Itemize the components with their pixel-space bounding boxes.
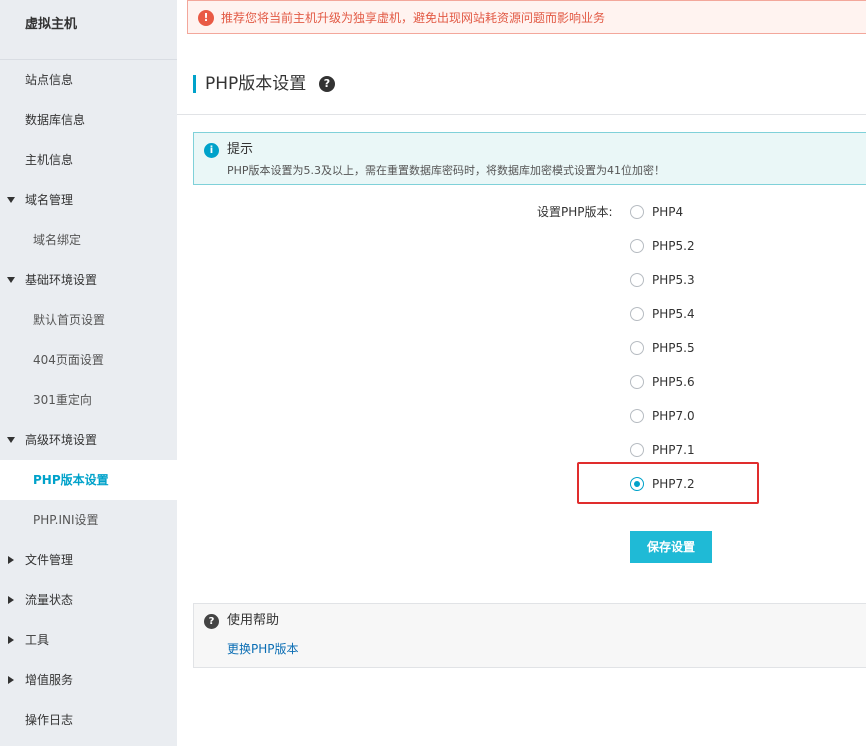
sidebar-item-traffic-status[interactable]: 流量状态: [0, 580, 177, 620]
tip-box: i 提示 PHP版本设置为5.3及以上，需在重置数据库密码时，将数据库加密模式设…: [193, 132, 866, 185]
sidebar-item-file-management[interactable]: 文件管理: [0, 540, 177, 580]
radio-button[interactable]: [630, 443, 644, 457]
sidebar-item-advanced-env[interactable]: 高级环境设置: [0, 420, 177, 460]
caret-right-icon: [8, 676, 14, 684]
page-title: PHP版本设置: [205, 74, 307, 94]
question-icon[interactable]: ?: [319, 76, 335, 92]
radio-button[interactable]: [630, 239, 644, 253]
caret-down-icon: [7, 437, 15, 443]
exclamation-icon: !: [198, 10, 214, 26]
save-settings-button[interactable]: 保存设置: [630, 531, 712, 563]
radio-button[interactable]: [630, 307, 644, 321]
caret-right-icon: [8, 596, 14, 604]
sidebar-item-404-page[interactable]: 404页面设置: [0, 340, 177, 380]
radio-label: PHP5.2: [652, 239, 695, 253]
sidebar-item-operation-log[interactable]: 操作日志: [0, 700, 177, 740]
divider: [177, 114, 866, 115]
sidebar-item-label: 工具: [25, 633, 50, 647]
upgrade-alert: ! 推荐您将当前主机升级为独享虚机，避免出现网站耗资源问题而影响业务: [187, 0, 866, 34]
sidebar-item-basic-env[interactable]: 基础环境设置: [0, 260, 177, 300]
question-icon: ?: [204, 614, 219, 629]
sidebar: 虚拟主机 站点信息 数据库信息 主机信息 域名管理 域名绑定 基础环境设置 默认…: [0, 0, 177, 746]
title-accent-bar: [193, 75, 196, 93]
sidebar-item-label: 域名管理: [25, 193, 74, 207]
tip-title: 提示: [227, 142, 254, 157]
sidebar-item-domain-binding[interactable]: 域名绑定: [0, 220, 177, 260]
sidebar-item-default-homepage[interactable]: 默认首页设置: [0, 300, 177, 340]
radio-button[interactable]: [630, 273, 644, 287]
sidebar-item-label: 高级环境设置: [25, 433, 98, 447]
radio-label: PHP7.0: [652, 409, 695, 423]
info-icon: i: [204, 143, 219, 158]
sidebar-item-label: 流量状态: [25, 593, 74, 607]
radio-label: PHP4: [652, 205, 684, 219]
radio-button[interactable]: [630, 409, 644, 423]
sidebar-item-php-version[interactable]: PHP版本设置: [0, 460, 177, 500]
selection-highlight-box: [577, 462, 759, 504]
alert-text: 推荐您将当前主机升级为独享虚机，避免出现网站耗资源问题而影响业务: [221, 11, 606, 25]
radio-button[interactable]: [630, 205, 644, 219]
sidebar-menu: 站点信息 数据库信息 主机信息 域名管理 域名绑定 基础环境设置 默认首页设置 …: [0, 60, 177, 740]
sidebar-item-php-ini[interactable]: PHP.INI设置: [0, 500, 177, 540]
tip-text: PHP版本设置为5.3及以上，需在重置数据库密码时，将数据库加密模式设置为41位…: [227, 164, 666, 177]
change-php-version-link[interactable]: 更换PHP版本: [227, 641, 299, 657]
caret-down-icon: [7, 277, 15, 283]
sidebar-item-label: 文件管理: [25, 553, 74, 567]
sidebar-item-label: 默认首页设置: [33, 313, 106, 327]
sidebar-item-label: 主机信息: [25, 153, 74, 167]
sidebar-item-label: 域名绑定: [33, 233, 82, 247]
sidebar-item-label: 增值服务: [25, 673, 74, 687]
sidebar-title: 虚拟主机: [0, 0, 177, 60]
radio-button[interactable]: [630, 341, 644, 355]
sidebar-item-label: 基础环境设置: [25, 273, 98, 287]
sidebar-item-label: PHP.INI设置: [33, 513, 99, 527]
radio-button[interactable]: [630, 375, 644, 389]
sidebar-item-tools[interactable]: 工具: [0, 620, 177, 660]
caret-right-icon: [8, 556, 14, 564]
sidebar-item-label: PHP版本设置: [33, 473, 109, 487]
sidebar-item-label: 404页面设置: [33, 353, 104, 367]
sidebar-item-label: 数据库信息: [25, 113, 86, 127]
help-box: ? 使用帮助 更换PHP版本: [193, 603, 866, 668]
radio-label: PHP5.4: [652, 307, 695, 321]
sidebar-item-domain-management[interactable]: 域名管理: [0, 180, 177, 220]
radio-label: PHP7.1: [652, 443, 695, 457]
radio-label: PHP5.5: [652, 341, 695, 355]
sidebar-item-label: 站点信息: [25, 73, 74, 87]
caret-right-icon: [8, 636, 14, 644]
radio-label: PHP5.6: [652, 375, 695, 389]
sidebar-item-database-info[interactable]: 数据库信息: [0, 100, 177, 140]
php-version-label: 设置PHP版本:: [537, 205, 613, 219]
sidebar-item-host-info[interactable]: 主机信息: [0, 140, 177, 180]
sidebar-item-label: 操作日志: [25, 713, 74, 727]
radio-label: PHP5.3: [652, 273, 695, 287]
sidebar-item-301-redirect[interactable]: 301重定向: [0, 380, 177, 420]
sidebar-item-label: 301重定向: [33, 393, 92, 407]
sidebar-item-value-added[interactable]: 增值服务: [0, 660, 177, 700]
help-title: 使用帮助: [227, 613, 280, 628]
caret-down-icon: [7, 197, 15, 203]
main-content: ! 推荐您将当前主机升级为独享虚机，避免出现网站耗资源问题而影响业务 PHP版本…: [177, 0, 866, 746]
sidebar-item-site-info[interactable]: 站点信息: [0, 60, 177, 100]
